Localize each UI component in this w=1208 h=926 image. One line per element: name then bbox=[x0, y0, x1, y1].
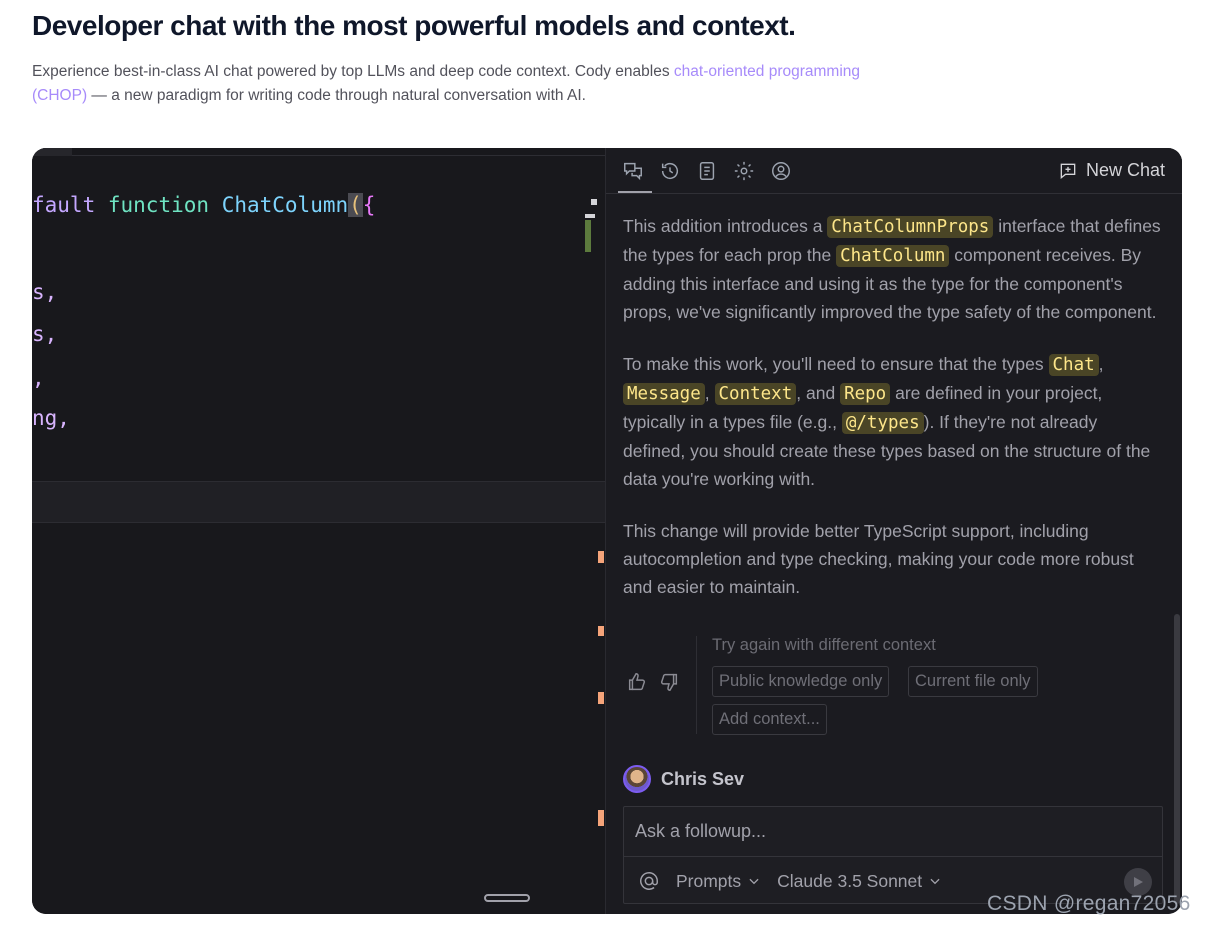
code-line-5: ng, bbox=[32, 406, 70, 430]
new-chat-label: New Chat bbox=[1085, 160, 1165, 180]
diff-added-marker bbox=[585, 220, 591, 252]
code-brace: { bbox=[362, 193, 376, 217]
code-line-3: s, bbox=[32, 322, 57, 346]
author-name: Chris Sev bbox=[661, 768, 745, 789]
message-paragraph-2: To make this work, you'll need to ensure… bbox=[623, 350, 1163, 493]
settings-icon[interactable] bbox=[733, 160, 757, 184]
followup-composer: Prompts Claude 3.5 Sonnet bbox=[623, 806, 1163, 904]
chat-toolbar: New Chat bbox=[606, 148, 1182, 194]
intro-text: Experience best-in-class AI chat powered… bbox=[32, 63, 674, 80]
minimap-marker bbox=[591, 199, 597, 205]
code-prop: s, bbox=[32, 280, 58, 304]
chevron-down-icon bbox=[749, 878, 759, 885]
code-cursor-paren: ( bbox=[348, 193, 363, 217]
minimap-marker bbox=[585, 214, 595, 218]
message-text: , bbox=[1098, 354, 1104, 374]
code-function-keyword: function bbox=[107, 193, 210, 217]
intro-text-end: — a new paradigm for writing code throug… bbox=[87, 87, 586, 104]
assistant-message: This addition introduces a ChatColumnPro… bbox=[623, 212, 1163, 625]
public-knowledge-button[interactable]: Public knowledge only bbox=[712, 666, 890, 697]
editor-divider bbox=[72, 155, 605, 156]
message-text: , bbox=[704, 383, 715, 403]
diff-change-marker bbox=[598, 551, 604, 563]
chat-scrollbar[interactable] bbox=[1174, 614, 1180, 904]
new-chat-icon bbox=[1060, 163, 1076, 179]
inline-code: Message bbox=[623, 383, 705, 405]
diff-change-marker bbox=[598, 810, 604, 826]
code-line-2: s, bbox=[32, 280, 57, 304]
at-mention-icon[interactable] bbox=[638, 870, 660, 892]
page-title: Developer chat with the most powerful mo… bbox=[32, 10, 796, 41]
message-paragraph-3: This change will provide better TypeScri… bbox=[623, 521, 1134, 597]
code-line-1: fault function ChatColumn({ bbox=[32, 193, 375, 217]
inline-code: Chat bbox=[1048, 354, 1099, 376]
message-text: To make this work, you'll need to ensure… bbox=[623, 354, 1049, 374]
code-prop: ng, bbox=[32, 406, 70, 430]
model-dropdown[interactable]: Claude 3.5 Sonnet bbox=[777, 871, 942, 892]
prompts-library-icon[interactable] bbox=[696, 160, 720, 184]
message-text: , and bbox=[796, 383, 841, 403]
history-icon[interactable] bbox=[659, 160, 683, 184]
active-tab-indicator bbox=[618, 191, 652, 193]
user-author: Chris Sev bbox=[623, 765, 744, 793]
thumbs-down-icon[interactable] bbox=[658, 671, 680, 693]
diff-change-marker bbox=[598, 626, 604, 636]
message-text: This addition introduces a bbox=[623, 216, 828, 236]
current-file-button[interactable]: Current file only bbox=[908, 666, 1038, 697]
prompts-label: Prompts bbox=[676, 870, 742, 891]
avatar bbox=[623, 765, 651, 793]
message-paragraph-1: This addition introduces a ChatColumnPro… bbox=[623, 212, 1163, 326]
code-line-4: , bbox=[32, 366, 45, 390]
followup-input[interactable] bbox=[624, 807, 1162, 857]
diff-change-marker bbox=[598, 692, 604, 704]
inline-code: @/types bbox=[841, 412, 924, 434]
chat-icon[interactable] bbox=[622, 160, 646, 184]
code-keyword: fault bbox=[32, 193, 96, 217]
play-icon bbox=[1134, 877, 1143, 887]
editor-tab[interactable] bbox=[32, 148, 72, 156]
thumbs-up-icon[interactable] bbox=[626, 671, 648, 693]
watermark: CSDN @regan72056 bbox=[987, 892, 1191, 915]
demo-window: fault function ChatColumn({ s, s, , ng, bbox=[32, 148, 1182, 914]
page-intro: Experience best-in-class AI chat powered… bbox=[32, 60, 862, 108]
inline-code: Repo bbox=[840, 383, 891, 405]
feedback-buttons bbox=[626, 671, 680, 693]
feedback-divider bbox=[696, 636, 697, 734]
panel-resize-handle[interactable] bbox=[484, 894, 530, 902]
code-prop: s, bbox=[32, 322, 58, 346]
cody-chat-panel: New Chat This addition introduces a Chat… bbox=[605, 148, 1182, 914]
add-context-button[interactable]: Add context... bbox=[712, 704, 827, 735]
inline-code: ChatColumn bbox=[836, 245, 950, 267]
new-chat-button[interactable]: New Chat bbox=[1058, 160, 1165, 181]
retry-label: Try again with different context bbox=[712, 636, 936, 654]
code-function-name: ChatColumn bbox=[221, 193, 349, 217]
editor-panel-bar bbox=[32, 481, 605, 523]
model-label: Claude 3.5 Sonnet bbox=[777, 870, 923, 891]
inline-code: ChatColumnProps bbox=[827, 216, 994, 238]
code-prop: , bbox=[32, 366, 45, 390]
code-editor[interactable]: fault function ChatColumn({ s, s, , ng, bbox=[32, 148, 605, 914]
prompts-dropdown[interactable]: Prompts bbox=[676, 871, 761, 892]
account-icon[interactable] bbox=[770, 160, 794, 184]
chevron-down-icon bbox=[930, 878, 940, 885]
inline-code: Context bbox=[714, 383, 797, 405]
